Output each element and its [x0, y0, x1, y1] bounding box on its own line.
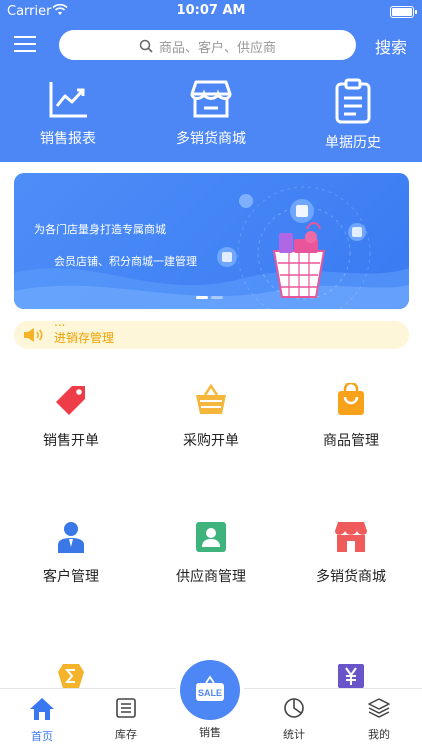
- basket-icon: [141, 383, 281, 421]
- tab-profile[interactable]: 我的: [337, 697, 421, 742]
- function-label: 采购开单: [183, 433, 239, 449]
- notice-bar[interactable]: ... 进销存管理: [14, 321, 409, 349]
- pie-chart-icon: [252, 697, 336, 723]
- line-chart-icon: [8, 78, 128, 124]
- tab-label: 库存: [115, 728, 137, 741]
- supplier-icon: [141, 521, 281, 557]
- banner-pagination: [196, 287, 226, 306]
- clipboard-icon: [293, 78, 413, 128]
- sale-button[interactable]: SALE: [180, 660, 240, 720]
- sale-icon: SALE: [194, 675, 226, 709]
- search-placeholder: 商品、客户、供应商: [159, 41, 277, 56]
- tab-statistics[interactable]: 统计: [252, 697, 336, 742]
- function-sales-order[interactable]: 销售开单: [1, 383, 141, 450]
- tab-label-sales[interactable]: 销售: [180, 724, 240, 740]
- shortcut-label: 多销货商城: [176, 131, 246, 147]
- banner-line-2: 会员店铺、积分商城一建管理: [54, 255, 197, 268]
- status-bar: Carrier 10:07 AM: [0, 0, 422, 24]
- function-supplier-management[interactable]: 供应商管理: [141, 521, 281, 586]
- notice-text: 进销存管理: [54, 331, 115, 345]
- tab-label: 统计: [283, 728, 305, 741]
- tab-label: 我的: [368, 728, 390, 741]
- promo-banner[interactable]: 为各门店量身打造专属商城 会员店铺、积分商城一建管理: [14, 173, 409, 309]
- function-multi-store[interactable]: 多销货商城: [281, 521, 421, 586]
- tab-inventory[interactable]: 库存: [84, 697, 168, 742]
- search-icon: [139, 38, 153, 57]
- function-label: 销售开单: [43, 433, 99, 449]
- shortcut-label: 销售报表: [40, 131, 96, 147]
- menu-icon-bar: [14, 50, 36, 52]
- function-label: 商品管理: [323, 433, 379, 449]
- shopping-bag-icon: [281, 381, 421, 421]
- home-icon: [0, 697, 84, 725]
- battery-icon: [390, 6, 417, 18]
- speaker-icon: [22, 327, 44, 347]
- header: Carrier 10:07 AM 商品、客户、供应商 搜索 销售报表 多销货商城: [0, 0, 422, 162]
- layers-icon: [337, 697, 421, 723]
- function-product-management[interactable]: 商品管理: [281, 381, 421, 450]
- menu-icon-bar: [14, 43, 36, 45]
- function-label: 供应商管理: [176, 569, 246, 585]
- store-icon: [151, 78, 271, 124]
- search-input[interactable]: 商品、客户、供应商: [59, 30, 356, 60]
- shortcut-store[interactable]: 多销货商城: [151, 78, 271, 148]
- shortcut-label: 单据历史: [325, 135, 381, 151]
- shortcut-history[interactable]: 单据历史: [293, 78, 413, 152]
- tag-icon: [1, 383, 141, 421]
- banner-dot: [196, 296, 208, 299]
- menu-button[interactable]: [14, 33, 36, 55]
- function-label: 多销货商城: [316, 569, 386, 585]
- tab-home[interactable]: 首页: [0, 697, 84, 744]
- customer-icon: [1, 521, 141, 557]
- menu-icon-bar: [14, 36, 36, 38]
- banner-dot: [211, 296, 223, 299]
- shortcut-sales-report[interactable]: 销售报表: [8, 78, 128, 148]
- status-time: 10:07 AM: [176, 3, 246, 18]
- tab-label: 首页: [31, 730, 53, 743]
- sale-badge-text: SALE: [198, 688, 222, 698]
- inventory-icon: [84, 697, 168, 723]
- shop-icon: [281, 521, 421, 557]
- function-label: 客户管理: [43, 569, 99, 585]
- search-button[interactable]: 搜索: [375, 34, 407, 58]
- function-purchase-order[interactable]: 采购开单: [141, 383, 281, 450]
- notice-previous-text: ...: [54, 321, 66, 329]
- function-customer-management[interactable]: 客户管理: [1, 521, 141, 586]
- banner-line-1: 为各门店量身打造专属商城: [34, 223, 166, 236]
